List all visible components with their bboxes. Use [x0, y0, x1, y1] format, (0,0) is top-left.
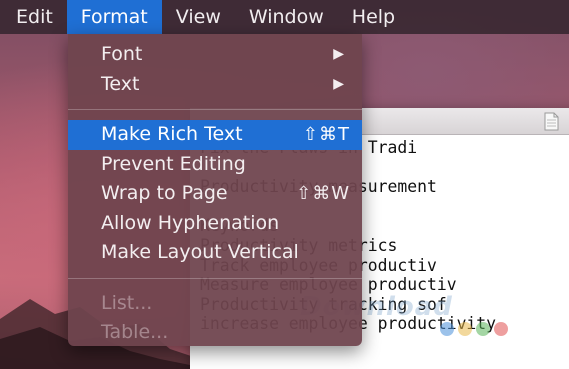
menu-view[interactable]: View — [162, 0, 235, 34]
menu-item-make-layout-vertical[interactable]: Make Layout Vertical — [68, 238, 362, 268]
keyboard-shortcut: ⇧⌘W — [296, 183, 350, 204]
menu-item-list: List... — [68, 289, 362, 319]
yellow-dot — [458, 322, 472, 336]
menu-separator — [68, 277, 362, 279]
menu-item-prevent-editing[interactable]: Prevent Editing — [68, 150, 362, 180]
menu-item-allow-hyphenation[interactable]: Allow Hyphenation — [68, 209, 362, 239]
menu-item-label: Wrap to Page — [101, 182, 228, 204]
submenu-arrow-icon: ▶ — [333, 75, 344, 92]
menu-bar: Edit Format View Window Help — [0, 0, 569, 34]
menu-separator — [68, 109, 362, 110]
menu-item-label: Text — [101, 72, 140, 95]
menu-item-text[interactable]: Text ▶ — [68, 70, 362, 100]
document-icon — [544, 112, 559, 131]
menu-item-wrap-to-page[interactable]: Wrap to Page ⇧⌘W — [68, 179, 362, 209]
menu-item-label: Allow Hyphenation — [101, 211, 280, 234]
menu-item-label: Table... — [101, 321, 169, 343]
menu-item-table: Table... — [68, 318, 362, 348]
watermark-dots — [440, 322, 508, 336]
green-dot — [476, 322, 490, 336]
submenu-arrow-icon: ▶ — [333, 46, 344, 62]
blue-dot — [440, 322, 454, 336]
menu-item-label: Prevent Editing — [101, 152, 246, 175]
menu-item-font[interactable]: Font ▶ — [68, 40, 362, 70]
menu-item-label: List... — [101, 291, 153, 314]
keyboard-shortcut: ⇧⌘T — [302, 124, 350, 145]
menu-item-label: Make Layout Vertical — [101, 241, 299, 263]
menu-edit[interactable]: Edit — [0, 0, 67, 34]
red-dot — [494, 322, 508, 336]
menu-window[interactable]: Window — [235, 0, 338, 34]
menu-item-label: Font — [101, 43, 143, 65]
menu-item-make-rich-text[interactable]: Make Rich Text ⇧⌘T — [68, 120, 362, 150]
menu-item-label: Make Rich Text — [101, 123, 243, 145]
format-dropdown-menu: Font ▶ Text ▶ Make Rich Text ⇧⌘T Prevent… — [68, 34, 362, 346]
menu-format[interactable]: Format — [66, 0, 162, 34]
desktop: Fix the Flaws in Tradi Productivity meas… — [0, 0, 569, 369]
menu-help[interactable]: Help — [338, 0, 409, 34]
